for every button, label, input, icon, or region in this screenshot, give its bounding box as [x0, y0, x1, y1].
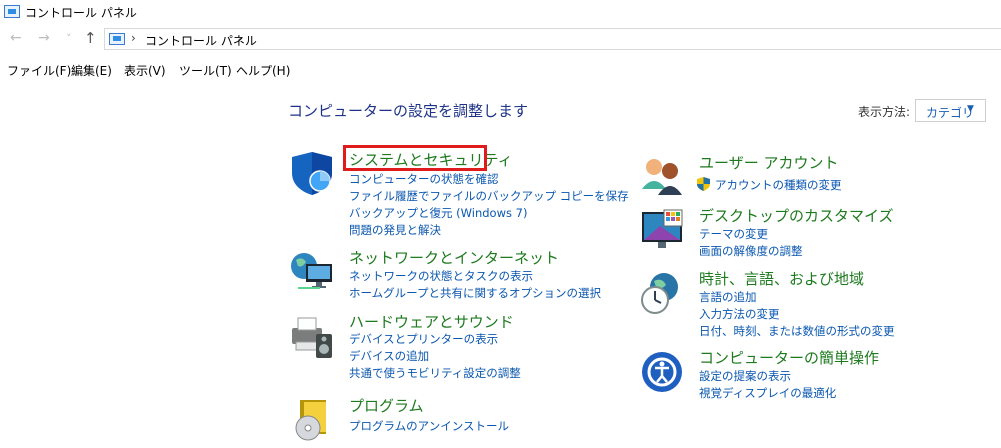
menu-view[interactable]: 表示(V) — [124, 62, 166, 79]
link-change-input-method[interactable]: 入力方法の変更 — [699, 306, 780, 322]
link-optimize-visual-display[interactable]: 視覚ディスプレイの最適化 — [699, 385, 836, 401]
menu-bar: ファイル(F) 編集(E) 表示(V) ツール(T) ヘルプ(H) — [0, 58, 1001, 80]
link-mobility-settings[interactable]: 共通で使うモビリティ設定の調整 — [349, 365, 521, 381]
menu-edit[interactable]: 編集(E) — [71, 62, 112, 79]
menu-file[interactable]: ファイル(F) — [7, 62, 71, 79]
desktop-customization-icon — [642, 209, 683, 248]
system-security-shield-icon — [292, 152, 332, 195]
category-title[interactable]: デスクトップのカスタマイズ — [699, 205, 894, 226]
breadcrumb-chevron-icon[interactable]: › — [237, 31, 242, 45]
menu-tools[interactable]: ツール(T) — [179, 62, 232, 79]
link-uninstall-program[interactable]: プログラムのアンインストール — [349, 418, 509, 434]
menu-help[interactable]: ヘルプ(H) — [236, 62, 290, 79]
back-arrow-icon[interactable]: ← — [10, 30, 22, 46]
link-adjust-screen-resolution[interactable]: 画面の解像度の調整 — [699, 243, 803, 259]
dropdown-caret-icon: ▼ — [967, 104, 974, 114]
link-backup-restore[interactable]: バックアップと復元 (Windows 7) — [349, 205, 527, 221]
breadcrumb-chevron-icon[interactable]: › — [131, 31, 136, 45]
link-file-history-backup[interactable]: ファイル履歴でファイルのバックアップ コピーを保存 — [349, 188, 629, 204]
link-change-account-type[interactable]: アカウントの種類の変更 — [715, 177, 842, 193]
highlight-box — [343, 145, 487, 171]
ease-of-access-icon — [642, 352, 682, 392]
link-check-computer-status[interactable]: コンピューターの状態を確認 — [349, 171, 499, 187]
control-panel-icon — [109, 33, 125, 45]
category-title[interactable]: ネットワークとインターネット — [349, 247, 559, 268]
link-add-language[interactable]: 言語の追加 — [699, 289, 757, 305]
category-title[interactable]: ユーザー アカウント — [699, 152, 838, 173]
view-by-dropdown[interactable]: カテゴリ ▼ — [915, 99, 986, 122]
programs-disc-box-icon — [295, 400, 326, 441]
link-add-device[interactable]: デバイスの追加 — [349, 348, 429, 364]
link-homegroup-sharing-options[interactable]: ホームグループと共有に関するオプションの選択 — [349, 285, 601, 301]
link-get-recommendations[interactable]: 設定の提案の表示 — [699, 368, 791, 384]
title-bar: コントロール パネル — [0, 0, 1001, 24]
link-network-status-tasks[interactable]: ネットワークの状態とタスクの表示 — [349, 268, 533, 284]
page-title: コンピューターの設定を調整します — [288, 102, 529, 120]
category-title[interactable]: ハードウェアとサウンド — [349, 311, 514, 332]
link-change-date-time-format[interactable]: 日付、時刻、または数値の形式の変更 — [699, 323, 895, 339]
link-change-theme[interactable]: テーマの変更 — [699, 226, 768, 242]
up-arrow-icon[interactable]: ↑ — [84, 29, 97, 47]
printer-speaker-icon — [292, 317, 332, 358]
control-panel-icon — [4, 5, 20, 18]
clock-globe-icon — [641, 273, 678, 314]
user-accounts-icon — [642, 159, 682, 195]
category-title[interactable]: コンピューターの簡単操作 — [699, 347, 879, 368]
link-find-fix-problems[interactable]: 問題の発見と解決 — [349, 222, 441, 238]
recent-locations-chevron-icon[interactable]: ˅ — [66, 32, 72, 45]
uac-shield-icon — [697, 177, 710, 191]
category-title[interactable]: プログラム — [349, 395, 424, 416]
view-by-label: 表示方法: — [858, 105, 911, 119]
address-bar[interactable]: › コントロール パネル › — [104, 28, 1001, 50]
category-title[interactable]: 時計、言語、および地域 — [699, 268, 864, 289]
forward-arrow-icon[interactable]: → — [38, 30, 50, 46]
window-title: コントロール パネル — [25, 6, 137, 20]
network-globe-icon — [291, 253, 332, 289]
link-devices-printers[interactable]: デバイスとプリンターの表示 — [349, 331, 498, 347]
